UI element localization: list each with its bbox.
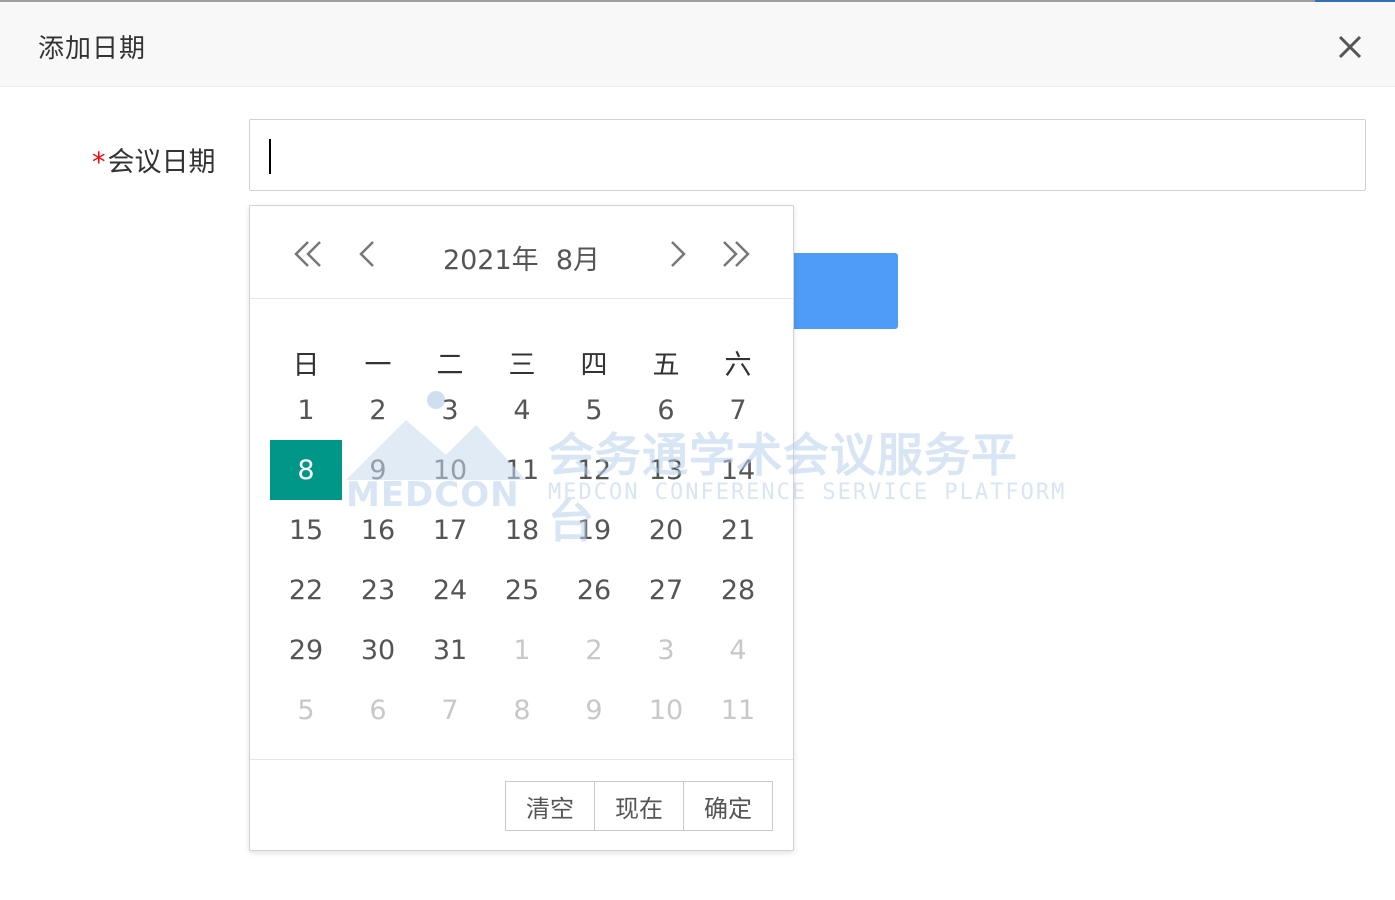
calendar-day[interactable]: 18 <box>486 500 558 560</box>
calendar-day[interactable]: 14 <box>702 440 774 500</box>
calendar-day-other-month[interactable]: 3 <box>630 620 702 680</box>
calendar-week-row: 22 23 24 25 26 27 28 <box>270 560 774 620</box>
calendar-day[interactable]: 20 <box>630 500 702 560</box>
required-mark: * <box>92 147 106 178</box>
calendar-day[interactable]: 25 <box>486 560 558 620</box>
date-picker-footer: 清空 现在 确定 <box>250 759 793 851</box>
calendar-day[interactable]: 21 <box>702 500 774 560</box>
meeting-date-label: *会议日期 <box>92 140 216 179</box>
calendar-day[interactable]: 23 <box>342 560 414 620</box>
calendar-week-row: 8 9 10 11 12 13 14 <box>270 440 774 500</box>
calendar-day[interactable]: 12 <box>558 440 630 500</box>
calendar-day-other-month[interactable]: 4 <box>702 620 774 680</box>
calendar-day-other-month[interactable]: 1 <box>486 620 558 680</box>
meeting-date-input[interactable] <box>249 119 1366 191</box>
calendar-day[interactable]: 11 <box>486 440 558 500</box>
meeting-date-label-text: 会议日期 <box>107 147 216 178</box>
calendar-day[interactable]: 3 <box>414 380 486 440</box>
calendar-day[interactable]: 2 <box>342 380 414 440</box>
calendar-day[interactable]: 6 <box>630 380 702 440</box>
now-button[interactable]: 现在 <box>594 781 684 831</box>
calendar-week-row: 1234567 <box>270 380 774 440</box>
calendar-day-other-month[interactable]: 7 <box>414 680 486 740</box>
calendar-day[interactable]: 5 <box>558 380 630 440</box>
calendar-day[interactable]: 19 <box>558 500 630 560</box>
year-month-label: 2021年 8月 <box>250 238 793 277</box>
calendar-day-other-month[interactable]: 6 <box>342 680 414 740</box>
calendar-day[interactable]: 24 <box>414 560 486 620</box>
calendar-day-other-month[interactable]: 11 <box>702 680 774 740</box>
dialog-title: 添加日期 <box>38 34 147 64</box>
year-select[interactable]: 2021年 <box>443 245 539 276</box>
calendar-day-other-month[interactable]: 5 <box>270 680 342 740</box>
calendar-day[interactable]: 30 <box>342 620 414 680</box>
calendar-day[interactable]: 31 <box>414 620 486 680</box>
calendar-day-selected[interactable]: 8 <box>270 440 342 500</box>
calendar-day[interactable]: 29 <box>270 620 342 680</box>
calendar-day[interactable]: 15 <box>270 500 342 560</box>
calendar-day-other-month[interactable]: 10 <box>630 680 702 740</box>
calendar-day-other-month[interactable]: 2 <box>558 620 630 680</box>
dialog-header: 添加日期 <box>0 2 1395 87</box>
footer-button-group: 清空 现在 确定 <box>505 781 773 831</box>
calendar-day[interactable]: 4 <box>486 380 558 440</box>
chevron-right-icon[interactable] <box>656 234 696 274</box>
calendar-day[interactable]: 27 <box>630 560 702 620</box>
date-picker: 2021年 8月 日 一 二 三 四 五 六 1 2 3 4 5 6 7 8 9 10 11 12 13… <box>249 205 794 851</box>
calendar-week-row: 15 16 17 18 19 20 21 <box>270 500 774 560</box>
calendar-day[interactable]: 28 <box>702 560 774 620</box>
close-icon[interactable] <box>1333 30 1367 64</box>
calendar-day[interactable]: 1 <box>270 380 342 440</box>
clear-button[interactable]: 清空 <box>505 781 595 831</box>
calendar-day[interactable]: 16 <box>342 500 414 560</box>
calendar-day[interactable]: 13 <box>630 440 702 500</box>
calendar-week-row: 5 6 7 8 9 10 11 <box>270 680 774 740</box>
calendar-day[interactable]: 17 <box>414 500 486 560</box>
double-chevron-right-icon[interactable] <box>716 234 756 274</box>
calendar-day[interactable]: 22 <box>270 560 342 620</box>
confirm-button[interactable]: 确定 <box>683 781 773 831</box>
calendar-day-other-month[interactable]: 8 <box>486 680 558 740</box>
calendar-week-row: 29 30 31 1 2 3 4 <box>270 620 774 680</box>
calendar-day-other-month[interactable]: 9 <box>558 680 630 740</box>
calendar-day[interactable]: 7 <box>702 380 774 440</box>
date-picker-header: 2021年 8月 <box>250 206 793 299</box>
calendar-day[interactable]: 9 <box>342 440 414 500</box>
month-select[interactable]: 8月 <box>556 245 600 276</box>
submit-button[interactable] <box>790 253 898 329</box>
calendar-day[interactable]: 10 <box>414 440 486 500</box>
text-caret <box>269 139 271 174</box>
calendar-day[interactable]: 26 <box>558 560 630 620</box>
